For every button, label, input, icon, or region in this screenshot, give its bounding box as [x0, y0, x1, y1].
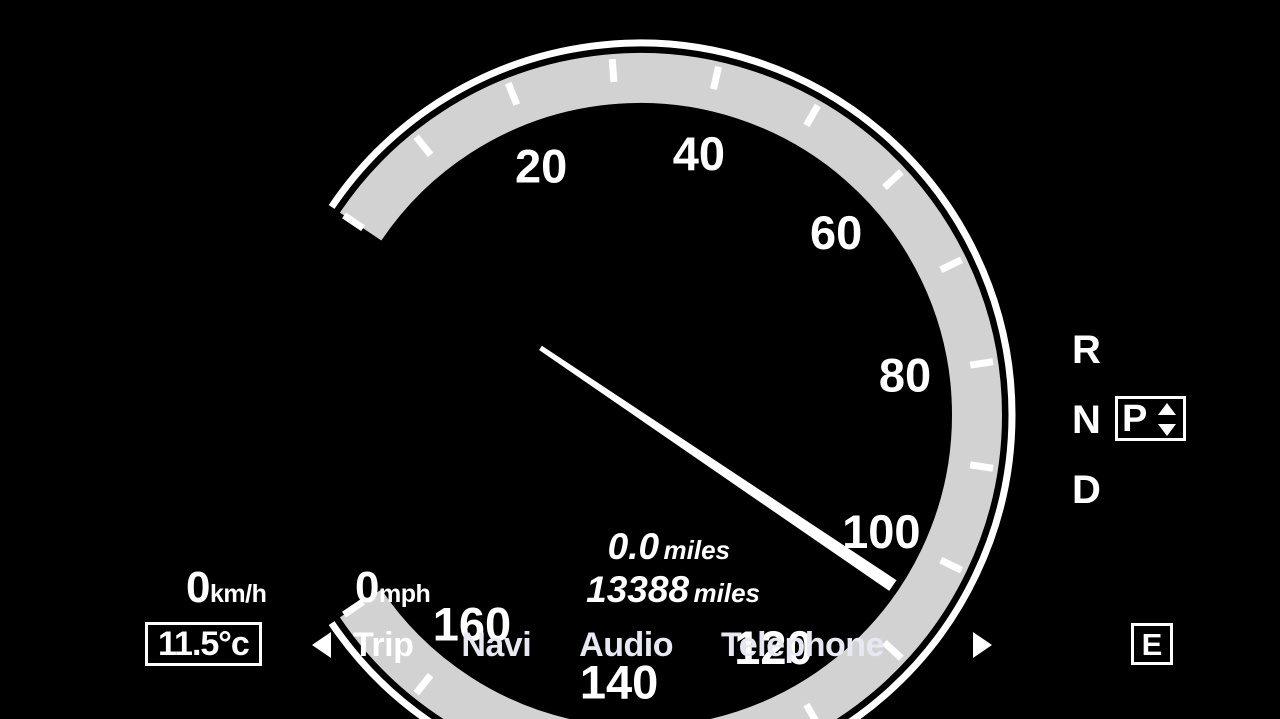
gauge-tick-label: 80 — [879, 348, 931, 401]
gear-position-n: N — [1072, 398, 1101, 442]
gauge-minor-tick — [608, 58, 618, 83]
gear-position-d: D — [1072, 468, 1101, 512]
menu-item-telephone[interactable]: Telephone — [721, 628, 885, 662]
trip-distance: 0.0 miles — [470, 526, 730, 568]
speed-value-kmh: 0 — [186, 563, 210, 612]
menu-bar: Trip Navi Audio Telephone — [312, 622, 992, 668]
speed-unit-kmh: km/h — [209, 580, 267, 608]
speed-readout-mph: 0mph — [355, 563, 431, 612]
triangle-right-icon[interactable] — [973, 632, 992, 658]
trip-distance-unit: miles — [663, 535, 731, 565]
gear-position-r: R — [1072, 328, 1101, 372]
menu-items: Trip Navi Audio Telephone — [353, 628, 951, 662]
outside-temperature: 11.5°c — [145, 622, 262, 666]
instrument-cluster: 20 40 60 80 100 120 140 160 0km/h 0mph 0.0 mile… — [0, 0, 1280, 719]
gauge-minor-tick — [969, 461, 994, 472]
menu-item-trip[interactable]: Trip — [353, 628, 414, 662]
triangle-left-icon[interactable] — [312, 632, 331, 658]
odometer-unit: miles — [693, 578, 761, 608]
triangle-down-icon — [1158, 424, 1176, 436]
menu-item-audio[interactable]: Audio — [579, 628, 673, 662]
odometer-value: 13388 — [586, 569, 690, 610]
odometer: 13388 miles — [470, 569, 760, 611]
speed-unit-mph: mph — [378, 580, 431, 608]
speed-readout-kmh: 0km/h — [186, 563, 267, 612]
speed-value-mph: 0 — [355, 563, 379, 612]
gauge-minor-tick — [969, 358, 994, 369]
eco-indicator-label: E — [1141, 626, 1163, 662]
menu-item-navi[interactable]: Navi — [461, 628, 531, 662]
trip-distance-value: 0.0 — [607, 526, 660, 567]
gauge-tick-label: 60 — [810, 206, 862, 259]
gauge-tick-label: 40 — [673, 127, 725, 180]
gauge-minor-tick — [710, 65, 722, 90]
gear-selected-indicator: P — [1115, 396, 1186, 441]
gear-shift-arrows — [1158, 403, 1176, 436]
gear-selected-letter: P — [1122, 398, 1148, 440]
outside-temperature-value: 11.5°c — [158, 625, 250, 663]
triangle-up-icon — [1158, 403, 1176, 415]
gear-selector: R N D P — [1066, 330, 1206, 525]
gauge-tick-label: 100 — [842, 505, 920, 558]
gauge-tick-label: 20 — [515, 139, 567, 192]
eco-indicator: E — [1131, 623, 1173, 665]
